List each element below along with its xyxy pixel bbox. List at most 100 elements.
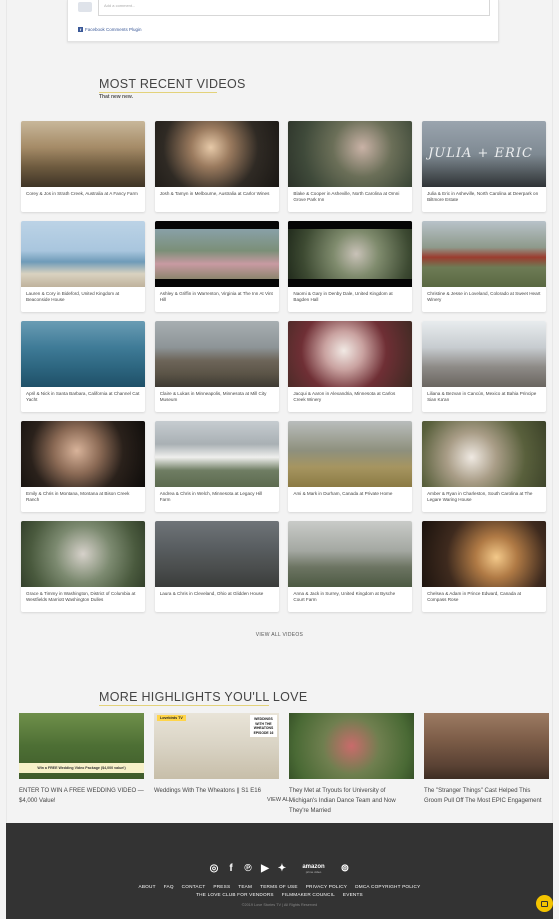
video-thumbnail[interactable] [422, 521, 547, 587]
facebook-comments-plugin-link[interactable]: f Facebook Comments Plugin [78, 27, 142, 32]
video-card[interactable]: Corey & Jos in Strath Creek, Australia a… [21, 121, 145, 212]
video-thumbnail[interactable] [288, 321, 413, 387]
footer-links-row-1: ABOUT FAQ CONTACT PRESS TEAM TERMS OF USE PRIV… [6, 884, 553, 889]
highlight-title[interactable]: ENTER TO WIN A FREE WEDDING VIDEO — $4,0… [19, 786, 144, 806]
chat-button[interactable] [536, 895, 553, 912]
footer-link[interactable]: TEAM [238, 884, 252, 889]
footer-link[interactable]: THE LOVE CLUB FOR VENDORS [196, 892, 274, 897]
footer-link[interactable]: CONTACT [182, 884, 206, 889]
video-thumbnail[interactable] [288, 521, 413, 587]
view-all-videos-link[interactable]: VIEW ALL VIDEOS [0, 632, 559, 638]
highlight-thumbnail[interactable] [289, 713, 414, 779]
video-thumbnail[interactable] [422, 321, 547, 387]
video-caption[interactable]: Josh & Tamyn in Melbourne, Australia at … [155, 187, 279, 197]
video-card[interactable]: Josh & Tamyn in Melbourne, Australia at … [154, 121, 279, 212]
video-card[interactable]: Ami & Mark in Durham, Canada at Private … [288, 421, 413, 512]
video-card[interactable]: JULIA + ERIC Julia & Eric in Asheville, N… [422, 121, 547, 212]
footer-link[interactable]: ABOUT [139, 884, 156, 889]
video-card[interactable]: Liliana & Bezvan in Cancún, Mexico at Ba… [422, 321, 547, 412]
video-thumbnail[interactable] [422, 221, 547, 287]
video-thumbnail[interactable] [288, 221, 413, 287]
video-caption[interactable]: Liliana & Bezvan in Cancún, Mexico at Ba… [422, 387, 546, 402]
instagram-icon[interactable]: ◎ [209, 864, 220, 874]
highlight-thumbnail[interactable]: Win a FREE Wedding Video Package ($4,000… [19, 713, 144, 779]
video-caption[interactable]: Laura & Chris in Cleveland, Ohio at Glid… [155, 587, 279, 597]
comment-input[interactable]: Add a comment... [98, 0, 490, 16]
lovebirds-tv-logo: Lovebirds TV [157, 715, 186, 721]
video-caption[interactable]: Julia & Eric in Asheville, North Carolin… [422, 187, 546, 202]
video-card[interactable]: Claire & Lukas in Minneapolis, Minnesota… [154, 321, 279, 412]
video-caption[interactable]: Claire & Lukas in Minneapolis, Minnesota… [155, 387, 279, 402]
video-card[interactable]: Emily & Chris in Montana, Montana at Bis… [21, 421, 145, 512]
video-caption[interactable]: Anna & Jack in Surrey, United Kingdom at… [288, 587, 412, 602]
video-thumbnail[interactable] [154, 421, 279, 487]
twitter-icon[interactable]: ✦ [277, 864, 288, 874]
video-thumbnail[interactable] [422, 421, 547, 487]
video-caption[interactable]: Christine & Jesse in Loveland, Colorado … [422, 287, 546, 302]
view-all-highlights-link[interactable]: VIEW ALL [0, 797, 559, 803]
video-grid: Corey & Jos in Strath Creek, Australia a… [21, 121, 547, 612]
video-card[interactable]: Laura & Chris in Cleveland, Ohio at Glid… [154, 521, 279, 612]
footer-link[interactable]: TERMS OF USE [260, 884, 298, 889]
amazon-icon[interactable]: amazon prime video [294, 864, 334, 874]
video-caption[interactable]: Chelsea & Adam in Prince Edward, Canada … [422, 587, 546, 602]
highlight-thumbnail[interactable] [424, 713, 549, 779]
video-caption[interactable]: Emily & Chris in Montana, Montana at Bis… [21, 487, 145, 502]
video-thumbnail[interactable] [21, 121, 145, 187]
video-caption[interactable]: Lauren & Cory in Bideford, United Kingdo… [21, 287, 145, 302]
right-page-rule [552, 0, 553, 823]
video-card[interactable]: Ashley & Griffin in Warrenton, Virginia … [154, 221, 279, 312]
footer-link[interactable]: PRIVACY POLICY [306, 884, 347, 889]
video-thumbnail[interactable] [21, 221, 145, 287]
video-caption[interactable]: April & Nick in Santa Barbara, Californi… [21, 387, 145, 402]
footer-link[interactable]: FILMMAKER COUNCIL [282, 892, 335, 897]
video-caption[interactable]: Amber & Ryan in Charleston, South Caroli… [422, 487, 546, 502]
video-thumbnail[interactable] [288, 421, 413, 487]
video-card[interactable]: Lauren & Cory in Bideford, United Kingdo… [21, 221, 145, 312]
video-thumbnail[interactable] [154, 121, 279, 187]
heading-underline [99, 92, 217, 93]
youtube-icon[interactable]: ▶ [260, 864, 271, 874]
video-card[interactable]: Grace & Timmy in Washington, District of… [21, 521, 145, 612]
video-card[interactable]: Chelsea & Adam in Prince Edward, Canada … [422, 521, 547, 612]
pinterest-icon[interactable]: ℗ [243, 864, 254, 874]
video-card[interactable]: Anna & Jack in Surrey, United Kingdom at… [288, 521, 413, 612]
highlight-title[interactable]: The "Stranger Things" Cast Helped This G… [424, 786, 549, 806]
video-caption[interactable]: Ashley & Griffin in Warrenton, Virginia … [155, 287, 279, 302]
video-thumbnail[interactable] [154, 321, 279, 387]
site-footer: ◎ f ℗ ▶ ✦ amazon prime video ⊚ ABOUT FAQ C… [6, 823, 553, 919]
video-caption[interactable]: Blake & Cooper in Asheville, North Carol… [288, 187, 412, 202]
video-caption[interactable]: Naomi & Gary in Denby Dale, United Kingd… [288, 287, 412, 302]
footer-link[interactable]: EVENTS [343, 892, 363, 897]
video-caption[interactable]: Ami & Mark in Durham, Canada at Private … [288, 487, 412, 497]
podcast-icon[interactable]: ⊚ [340, 864, 351, 874]
most-recent-videos-subtitle: That new new. [99, 94, 133, 100]
video-card[interactable]: Andrea & Chris in Welch, Minnesota at Le… [154, 421, 279, 512]
video-caption[interactable]: Corey & Jos in Strath Creek, Australia a… [21, 187, 145, 197]
video-thumbnail[interactable] [154, 221, 279, 287]
video-thumbnail[interactable] [154, 521, 279, 587]
video-card[interactable]: April & Nick in Santa Barbara, Californi… [21, 321, 145, 412]
video-caption[interactable]: Grace & Timmy in Washington, District of… [21, 587, 145, 602]
video-thumbnail[interactable] [21, 421, 145, 487]
video-thumbnail[interactable] [288, 121, 413, 187]
highlight-thumbnail[interactable]: Lovebirds TV WEDDINGS WITH THE WHEATONS E… [154, 713, 279, 779]
video-card[interactable]: Jacqui & Aaron in Alexandria, Minnesota … [288, 321, 413, 412]
amazon-sublabel: prime video [305, 870, 322, 874]
video-thumbnail[interactable]: JULIA + ERIC [422, 121, 547, 187]
highlight-title[interactable]: Weddings With The Wheatons || S1 E16 [154, 786, 279, 796]
video-thumbnail[interactable] [21, 521, 145, 587]
footer-link[interactable]: FAQ [164, 884, 174, 889]
video-thumbnail[interactable] [21, 321, 145, 387]
facebook-icon[interactable]: f [226, 864, 237, 874]
video-caption[interactable]: Jacqui & Aaron in Alexandria, Minnesota … [288, 387, 412, 402]
video-card[interactable]: Amber & Ryan in Charleston, South Caroli… [422, 421, 547, 512]
footer-link[interactable]: DMCA COPYRIGHT POLICY [355, 884, 420, 889]
video-card[interactable]: Blake & Cooper in Asheville, North Carol… [288, 121, 413, 212]
most-recent-videos-title: MOST RECENT VIDEOS [99, 77, 246, 91]
video-card[interactable]: Christine & Jesse in Loveland, Colorado … [422, 221, 547, 312]
more-highlights-title: MORE HIGHLIGHTS YOU'LL LOVE [99, 690, 308, 704]
footer-link[interactable]: PRESS [213, 884, 230, 889]
video-card[interactable]: Naomi & Gary in Denby Dale, United Kingd… [288, 221, 413, 312]
video-caption[interactable]: Andrea & Chris in Welch, Minnesota at Le… [155, 487, 279, 502]
